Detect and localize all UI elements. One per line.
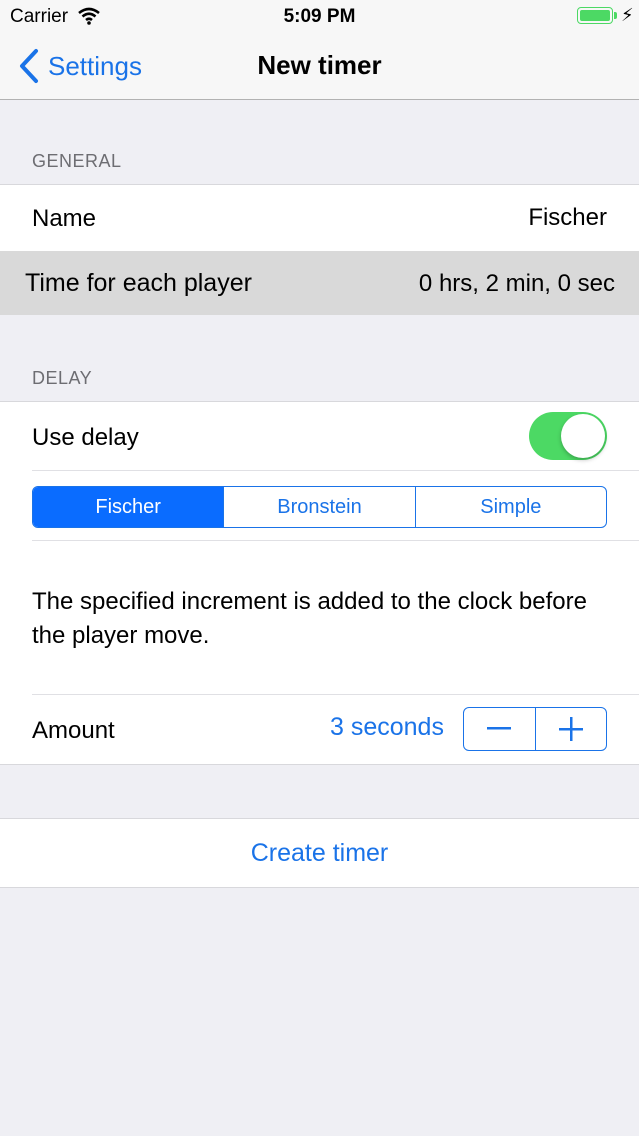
name-row[interactable]: Name Fischer [0,184,639,251]
status-bar: Carrier 5:09 PM ⚡ [0,0,639,34]
use-delay-label: Use delay [32,424,139,451]
time-per-player-row[interactable]: Time for each player 0 hrs, 2 min, 0 sec [0,251,639,315]
increment-button[interactable] [534,708,607,750]
page-title: New timer [257,50,382,80]
status-time: 5:09 PM [283,6,356,27]
amount-value: 3 seconds [330,713,444,741]
name-value: Fischer [528,204,607,231]
section-header-general: GENERAL [32,151,122,171]
section-header-delay: DELAY [32,368,93,388]
use-delay-row: Use delay [0,402,639,470]
use-delay-toggle[interactable] [529,412,607,460]
time-per-player-value: 0 hrs, 2 min, 0 sec [418,270,615,297]
segment-fischer[interactable]: Fischer [33,487,224,527]
delay-type-segmented-control: Fischer Bronstein Simple [32,486,607,528]
time-per-player-label: Time for each player [25,269,252,297]
toggle-knob [561,414,605,458]
charging-bolt-icon: ⚡ [621,5,634,25]
amount-row: Amount 3 seconds [0,695,639,764]
amount-stepper [463,707,607,751]
battery-cap [614,12,617,19]
battery-icon [577,7,613,24]
decrement-button[interactable] [464,708,535,750]
create-timer-button[interactable]: Create timer [0,818,639,888]
segment-bronstein[interactable]: Bronstein [223,487,414,527]
delay-type-row: Fischer Bronstein Simple [0,471,639,540]
segment-simple[interactable]: Simple [414,487,606,527]
delay-description: The specified increment is added to the … [32,588,587,649]
amount-label: Amount [32,717,115,744]
plus-icon [558,717,583,741]
delay-group: Use delay Fischer Bronstein Simple The s… [0,401,639,765]
name-label: Name [32,205,97,232]
navigation-bar: Settings New timer [0,34,639,100]
divider [32,540,639,541]
minus-icon [487,727,512,730]
